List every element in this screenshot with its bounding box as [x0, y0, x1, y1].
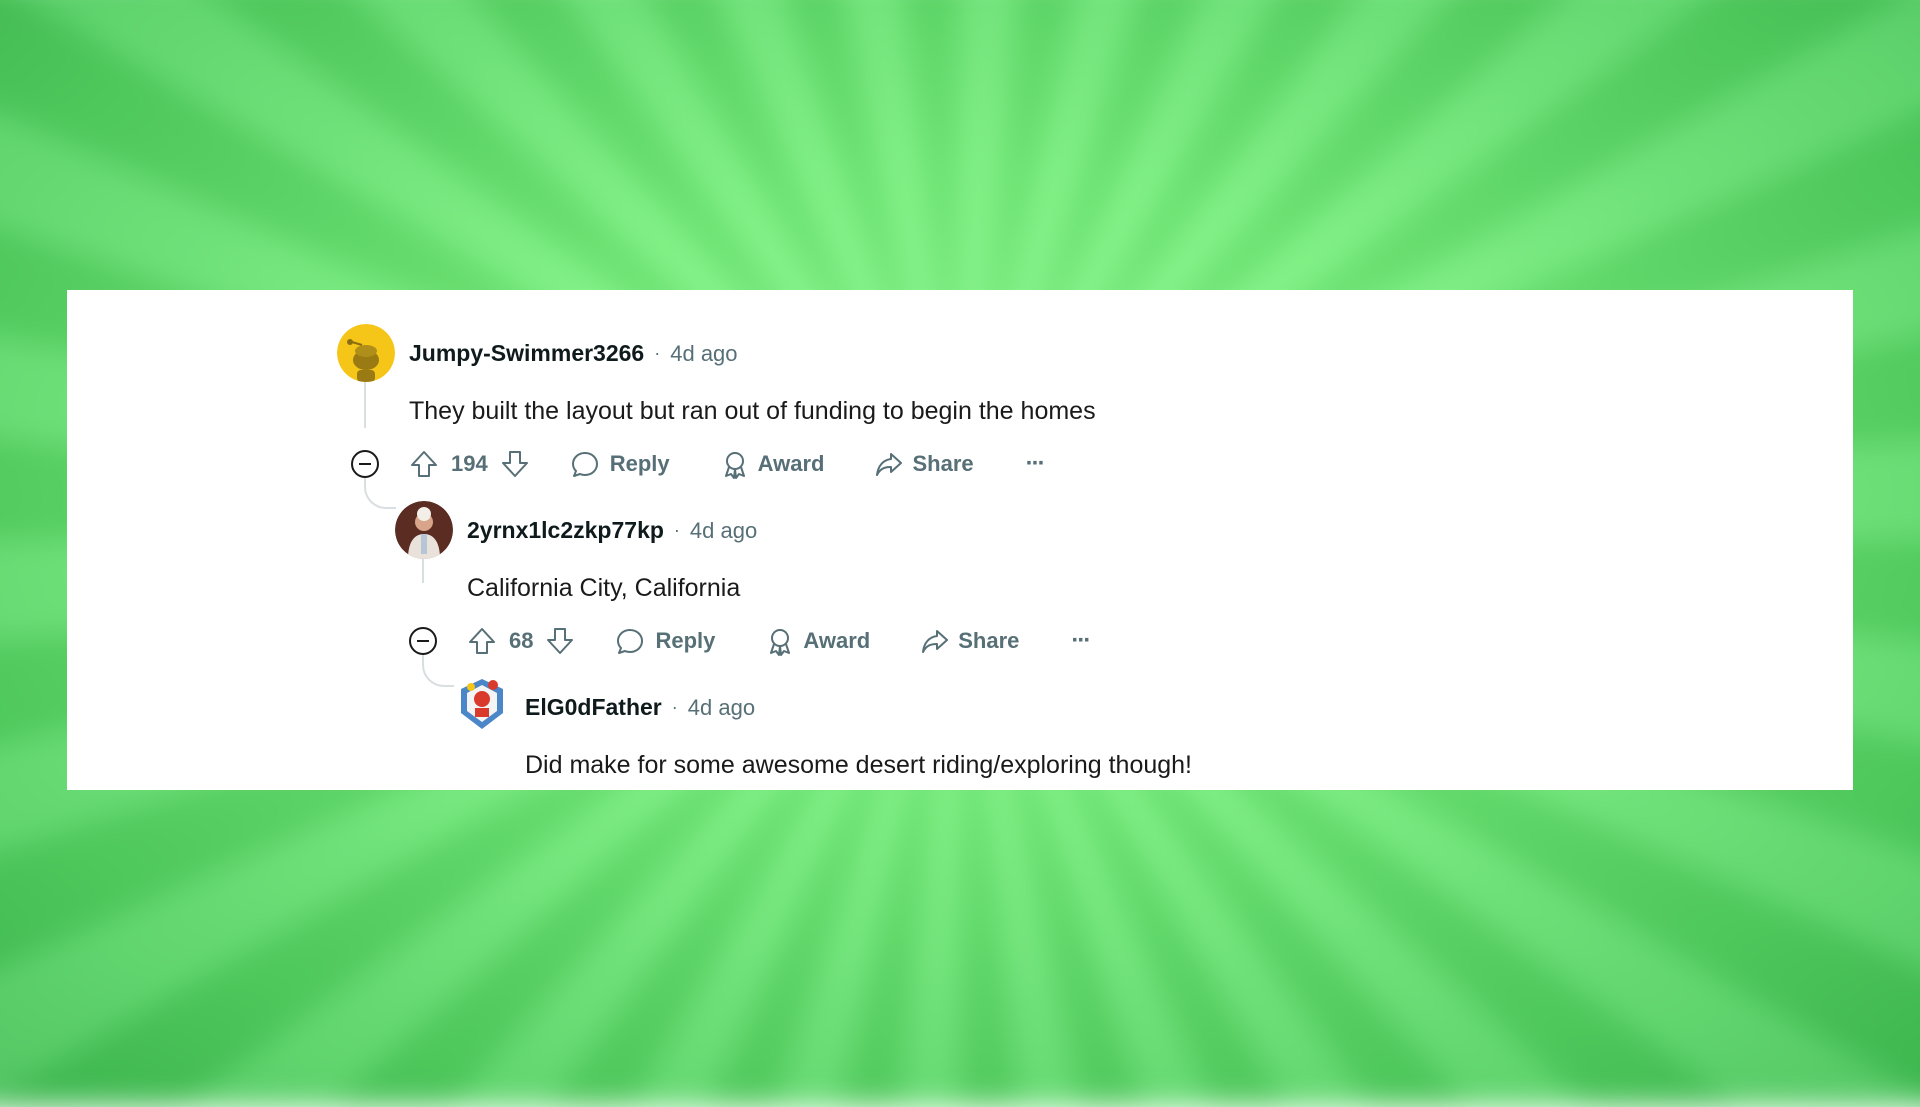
share-button[interactable]: Share [874, 449, 974, 479]
user-avatar[interactable] [453, 675, 511, 733]
share-icon [874, 449, 904, 479]
reply-label: Reply [655, 628, 716, 653]
collapse-icon[interactable] [350, 449, 380, 479]
comment-thread-card: Jumpy-Swimmer3266 · 4d ago They built th… [67, 290, 1853, 790]
reply-label: Reply [609, 451, 670, 476]
comment-body: They built the layout but ran out of fun… [409, 397, 1096, 425]
reply-button[interactable]: Reply [615, 626, 715, 656]
award-icon [720, 449, 750, 479]
more-icon[interactable]: ··· [1026, 450, 1046, 478]
upvote-icon[interactable] [409, 449, 439, 479]
downvote-icon[interactable] [500, 449, 530, 479]
user-avatar[interactable] [395, 501, 453, 559]
separator-dot: · [671, 697, 678, 717]
comment-author[interactable]: Jumpy-Swimmer3266 [409, 340, 644, 367]
comment-icon [615, 626, 645, 656]
award-label: Award [803, 628, 871, 653]
comment-author[interactable]: ElG0dFather [525, 694, 662, 721]
share-icon [920, 626, 950, 656]
downvote-icon[interactable] [545, 626, 575, 656]
comment-icon [570, 449, 600, 479]
reply-button[interactable]: Reply [570, 449, 670, 479]
award-icon [765, 626, 795, 656]
award-label: Award [757, 451, 825, 476]
comment-timestamp[interactable]: 4d ago [690, 518, 757, 544]
more-icon[interactable]: ··· [1071, 627, 1091, 655]
comment-timestamp[interactable]: 4d ago [688, 695, 755, 721]
separator-dot: · [673, 520, 680, 540]
vote-score: 194 [451, 451, 488, 476]
vote-score: 68 [509, 628, 534, 653]
comment-timestamp[interactable]: 4d ago [670, 341, 737, 367]
collapse-icon[interactable] [408, 626, 438, 656]
separator-dot: · [654, 343, 661, 363]
share-button[interactable]: Share [920, 626, 1019, 656]
comment-body: California City, California [467, 574, 741, 602]
award-button[interactable]: Award [720, 449, 825, 479]
upvote-icon[interactable] [467, 626, 497, 656]
share-label: Share [912, 451, 974, 476]
comment-body: Did make for some awesome desert riding/… [525, 751, 1193, 779]
comment-author[interactable]: 2yrnx1lc2zkp77kp [467, 517, 664, 544]
snoo-avatar-icon[interactable] [337, 324, 395, 382]
award-button[interactable]: Award [765, 626, 870, 656]
share-label: Share [958, 628, 1020, 653]
